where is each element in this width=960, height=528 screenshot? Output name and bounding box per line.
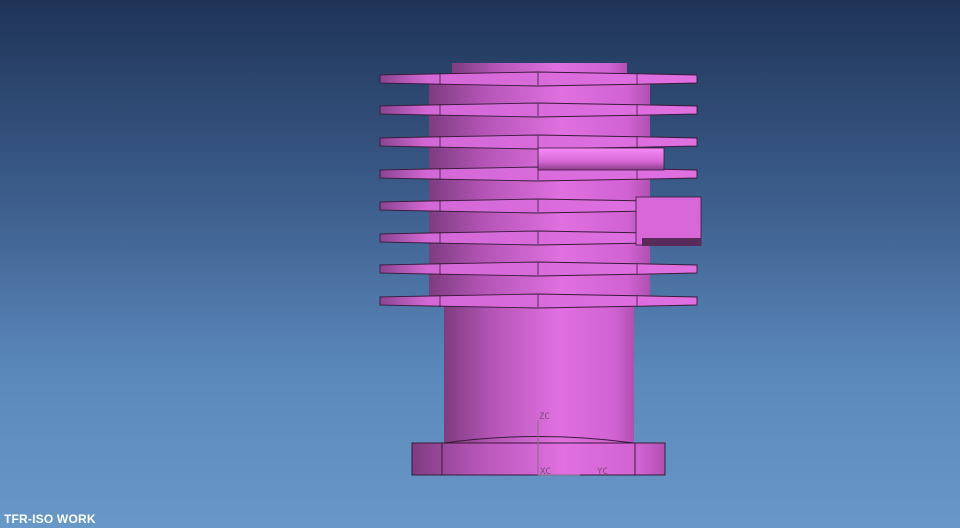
cooling-fin <box>379 71 698 87</box>
z-axis-label: ZC <box>539 412 550 422</box>
x-axis-label: XC <box>540 467 551 477</box>
port-block <box>635 196 702 246</box>
graphics-viewport[interactable]: ZC XC YC TFR-ISO WORK <box>0 0 960 528</box>
lower-barrel <box>444 300 634 445</box>
spark-plug-boss <box>537 147 665 171</box>
cooling-fin <box>379 293 698 309</box>
view-name-label: TFR-ISO WORK <box>4 512 96 526</box>
cylinder-model[interactable]: ZC XC YC <box>0 0 960 528</box>
y-axis-label: YC <box>597 467 608 477</box>
cooling-fin <box>379 134 698 150</box>
cooling-fin <box>379 102 698 118</box>
port-block-shadow <box>642 238 701 246</box>
cooling-fin <box>379 261 698 277</box>
